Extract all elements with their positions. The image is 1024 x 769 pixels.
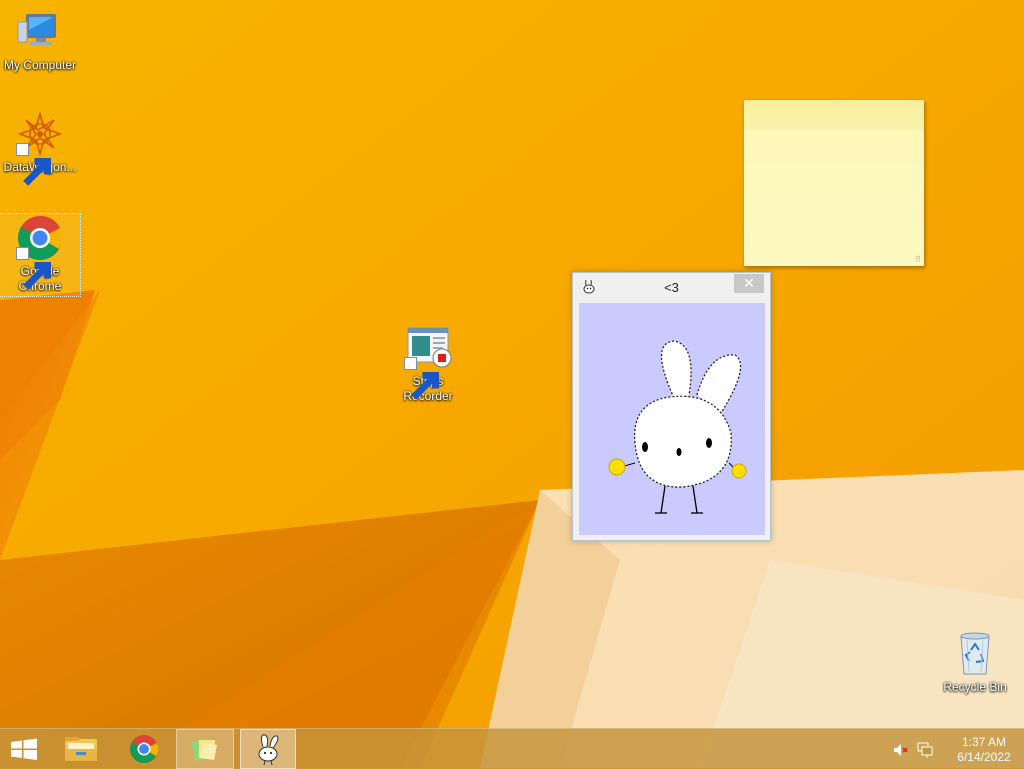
clock-time: 1:37 AM xyxy=(961,735,1007,749)
desktop-pet-icon xyxy=(258,734,279,766)
start-button[interactable] xyxy=(0,729,48,769)
shortcut-arrow-icon xyxy=(16,143,52,186)
chrome-icon xyxy=(130,735,159,763)
bunny-pet-canvas[interactable] xyxy=(579,303,765,535)
desktop-icon-label: My Computer xyxy=(3,58,77,72)
resize-grip-icon[interactable]: ⠿ xyxy=(915,255,921,264)
close-button[interactable]: ✕ xyxy=(734,274,764,293)
bunny-eye-right xyxy=(706,438,712,448)
desktop-icon-my-computer[interactable]: My Computer xyxy=(0,8,80,73)
file-explorer-icon xyxy=(65,737,97,761)
taskbar: 1:37 AM 6/14/2022 xyxy=(0,728,1024,769)
pet-window-titlebar[interactable]: <3 ✕ xyxy=(573,273,770,301)
desktop-icon-google-chrome[interactable]: Google Chrome xyxy=(0,213,81,297)
pet-window[interactable]: <3 ✕ xyxy=(572,272,771,541)
taskbar-file-explorer[interactable] xyxy=(56,729,106,769)
taskbar-desktop-pet[interactable] xyxy=(240,729,296,769)
taskbar-clock[interactable]: 1:37 AM 6/14/2022 xyxy=(954,735,1014,765)
desktop-icon-datawagon[interactable]: DataWagon... xyxy=(0,110,80,186)
taskbar-chrome[interactable] xyxy=(120,729,168,769)
shortcut-arrow-icon xyxy=(404,357,440,400)
sticky-note[interactable]: ⠿ xyxy=(744,100,924,266)
steps-recorder-icon xyxy=(404,324,452,400)
datawagon-icon xyxy=(16,110,64,186)
shortcut-arrow-icon xyxy=(16,247,52,290)
taskbar-sticky-notes[interactable] xyxy=(176,729,234,769)
bunny-character xyxy=(608,340,747,514)
sticky-note-header[interactable] xyxy=(744,100,924,130)
recycle-bin-icon xyxy=(951,630,999,678)
start-icon xyxy=(11,738,37,760)
desktop-icon-steps-recorder[interactable]: Steps Recorder xyxy=(388,324,468,404)
desktop-icon-recycle-bin[interactable]: Recycle Bin xyxy=(935,630,1015,695)
sticky-notes-icon xyxy=(191,738,217,761)
chrome-icon xyxy=(16,214,64,290)
system-tray: 1:37 AM 6/14/2022 xyxy=(884,729,1024,769)
desktop-icon-label: Recycle Bin xyxy=(943,680,1007,694)
network-icon[interactable] xyxy=(916,741,934,759)
bunny-eye-left xyxy=(642,442,648,452)
clock-date: 6/14/2022 xyxy=(957,750,1011,764)
computer-icon xyxy=(16,8,64,56)
volume-muted-icon[interactable] xyxy=(892,742,908,758)
